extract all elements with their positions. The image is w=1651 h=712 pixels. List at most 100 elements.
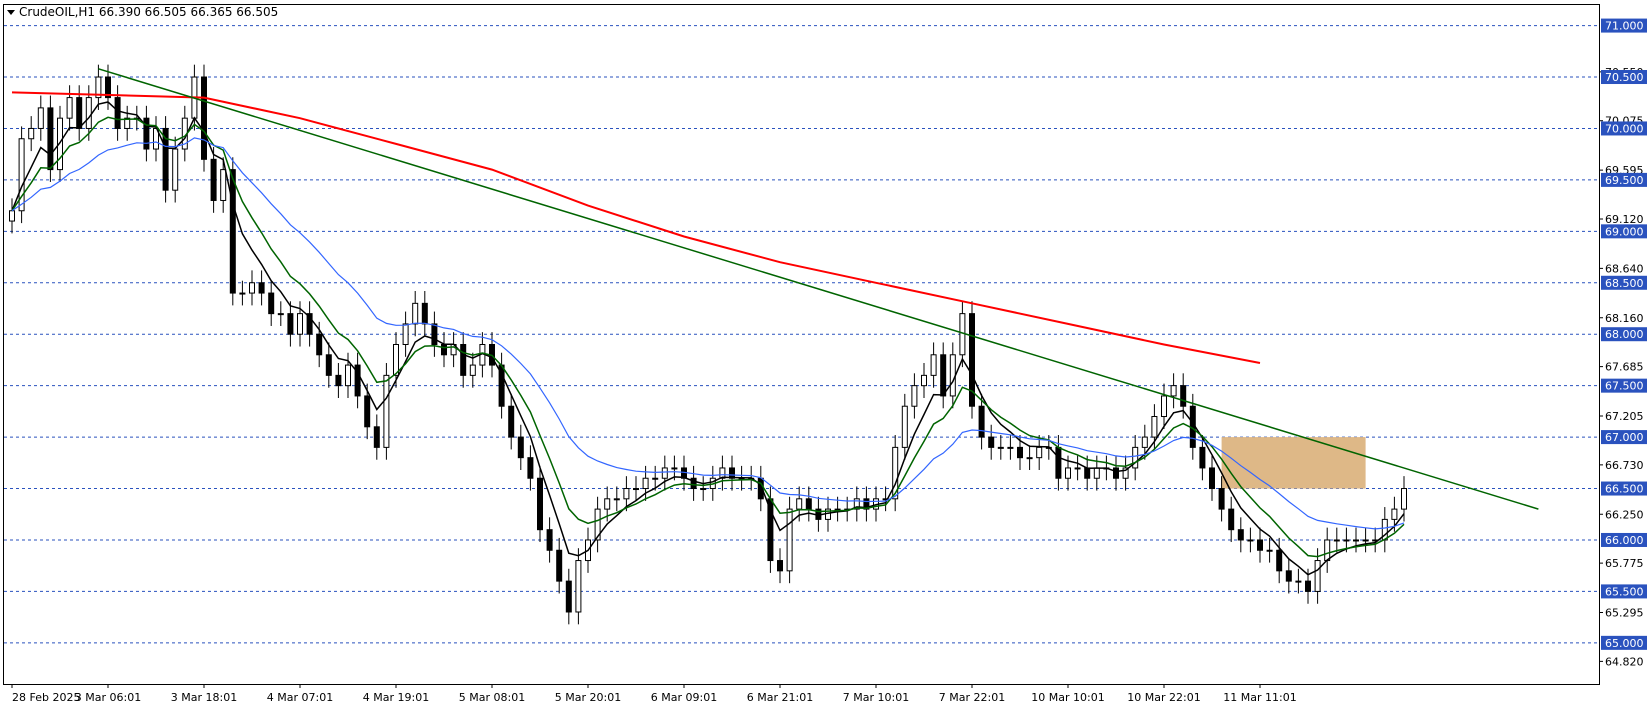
candle-body [114,97,121,129]
candle-body [700,488,707,491]
candle-body [1161,395,1167,418]
candle-body [1209,467,1215,490]
y-tick-label: 65.775 [1605,557,1644,570]
y-tick-label: 65.295 [1605,606,1644,619]
candle-body [28,127,35,140]
candle-body [1314,560,1321,592]
candle-body [210,158,217,201]
candle-body [1362,539,1369,542]
price-chart[interactable]: 71.00070.55070.50070.07570.00069.59569.5… [0,0,1651,708]
candle-body [1333,539,1340,542]
price-tag-label: 67.000 [1605,431,1644,444]
candle-body [661,467,668,479]
candle-body [1218,488,1225,510]
price-tag-label: 71.000 [1605,20,1644,33]
candle-body [1026,457,1033,460]
candle-body [623,488,630,500]
candle-body [1199,446,1206,469]
price-tag-label: 70.000 [1605,122,1644,135]
zone-rect [1221,437,1366,489]
price-tag-label: 69.000 [1605,225,1644,238]
candle-body [76,97,83,129]
candle-body [469,364,476,376]
x-tick-label: 5 Mar 08:01 [459,691,525,704]
price-tag-label: 66.500 [1605,483,1644,496]
candle-body [652,477,659,480]
candle-body [1017,446,1023,459]
candle-body [575,560,582,613]
candle-body [249,282,255,294]
candle-body [988,436,995,448]
candle-body [287,313,294,335]
candle-body [1036,446,1043,459]
candle-body [383,374,390,448]
candle-body [777,560,783,572]
candle-body [901,405,908,448]
candle-body [1141,436,1148,448]
candle-body [47,107,54,171]
candle-body [1343,539,1350,542]
candle-body [546,529,553,551]
candle-body [930,354,937,376]
y-tick-label: 66.730 [1605,459,1644,472]
candle-body [1276,549,1283,572]
candle-body [335,374,342,387]
y-tick-label: 67.205 [1605,410,1644,423]
y-tick-label: 67.685 [1605,361,1644,374]
candle-body [421,302,428,325]
price-tag-label: 65.500 [1605,585,1644,598]
candle-body [1401,488,1407,510]
candle-body [1074,467,1081,470]
candle-body [412,302,419,325]
candle-body [921,374,927,387]
time-axis: 28 Feb 20253 Mar 06:01 3 Mar 18:01 4 Mar 0… [11,684,1297,704]
supply-zone [1221,437,1366,489]
candle-body [316,333,323,356]
candle-body [268,292,275,315]
price-tag-label: 69.500 [1605,174,1644,187]
candle-body [1065,467,1071,479]
candle-body [1084,467,1091,479]
candle-body [1305,580,1311,592]
x-tick-label: 10 Mar 22:01 [1127,691,1200,704]
y-tick-label: 69.120 [1605,213,1644,226]
candle-body [613,498,620,501]
candle-body [1285,570,1292,582]
candle-body [229,169,236,294]
x-tick-label: 4 Mar 19:01 [363,691,429,704]
x-tick-label: 6 Mar 09:01 [651,691,717,704]
candle-body [1228,508,1235,531]
y-tick-label: 68.640 [1605,262,1644,275]
candle-body [1007,446,1014,449]
price-tag-label: 65.000 [1605,637,1644,650]
candle-body [277,313,284,316]
candle-body [517,436,524,459]
candle-body [978,405,985,438]
candle-body [949,354,956,397]
price-tag-label: 68.500 [1605,277,1644,290]
candle-body [997,446,1004,449]
candle-body [556,549,563,582]
symbol-header[interactable]: CrudeOIL,H1 66.390 66.505 66.365 66.505 [7,5,278,19]
candle-body [172,148,179,191]
candle-body [1113,467,1119,479]
price-axis: 71.00070.55070.50070.07570.00069.59569.5… [1599,18,1647,668]
x-tick-label: 10 Mar 10:01 [1031,691,1104,704]
candle-body [1324,539,1331,562]
candle-body [1257,539,1263,551]
x-tick-label: 7 Mar 10:01 [843,691,909,704]
candle-body [527,457,534,479]
candle-body [460,344,467,376]
candle-body [671,467,678,470]
candle-body [258,282,265,294]
candle-body [537,477,543,531]
y-tick-label: 64.820 [1605,655,1644,668]
candle-body [565,580,572,613]
candle-body [85,97,92,129]
price-tag-label: 70.500 [1605,71,1644,84]
candle-body [633,488,639,491]
candle-body [1247,539,1254,542]
y-tick-label: 68.160 [1605,312,1644,325]
candle-body [201,76,207,160]
price-tag-label: 66.000 [1605,534,1644,547]
